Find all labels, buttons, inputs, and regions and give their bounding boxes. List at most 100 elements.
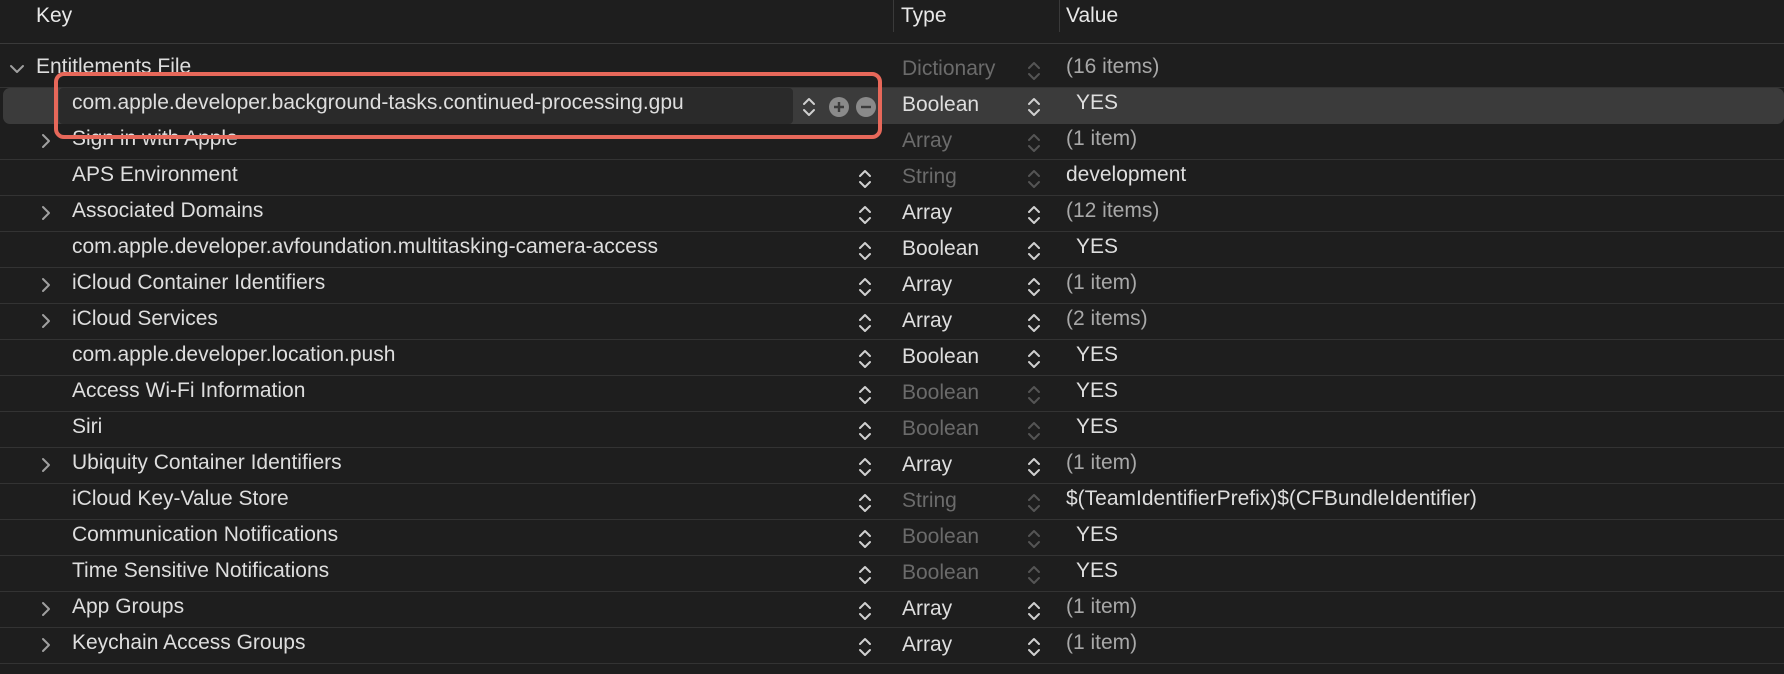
up-down-stepper-icon[interactable]	[858, 600, 872, 622]
up-down-stepper-icon	[1027, 384, 1041, 406]
table-row[interactable]: com.apple.developer.background-tasks.con…	[3, 88, 1784, 124]
table-row[interactable]: App Groups Array (1 item)	[0, 592, 1784, 628]
row-key[interactable]: iCloud Container Identifiers	[72, 271, 325, 295]
table-row[interactable]: Communication Notifications Boolean YES	[0, 520, 1784, 556]
row-key[interactable]: Ubiquity Container Identifiers	[72, 451, 342, 475]
up-down-stepper-icon	[1027, 60, 1041, 82]
up-down-stepper-icon[interactable]	[858, 348, 872, 370]
row-key[interactable]: Time Sensitive Notifications	[72, 559, 329, 583]
row-value[interactable]: YES	[1076, 523, 1118, 547]
up-down-stepper-icon[interactable]	[858, 276, 872, 298]
row-key[interactable]: APS Environment	[72, 163, 238, 187]
row-value[interactable]: development	[1066, 163, 1186, 187]
up-down-stepper-icon[interactable]	[858, 492, 872, 514]
table-row[interactable]: Access Wi-Fi Information Boolean YES	[0, 376, 1784, 412]
row-key[interactable]: Associated Domains	[72, 199, 263, 223]
up-down-stepper-icon[interactable]	[858, 240, 872, 262]
row-value: (2 items)	[1066, 307, 1148, 330]
type-column-header[interactable]: Type	[901, 4, 947, 28]
root-key: Entitlements File	[36, 55, 192, 78]
row-type[interactable]: Array	[902, 309, 952, 333]
up-down-stepper-icon	[1027, 420, 1041, 442]
row-key[interactable]: iCloud Key-Value Store	[72, 487, 289, 511]
row-value: (1 item)	[1066, 127, 1138, 150]
row-value: (12 items)	[1066, 199, 1160, 222]
row-type[interactable]: Array	[902, 201, 952, 225]
chevron-right-icon[interactable]	[37, 599, 55, 619]
row-key[interactable]: Keychain Access Groups	[72, 631, 305, 655]
up-down-stepper-icon[interactable]	[858, 420, 872, 442]
up-down-stepper-icon[interactable]	[802, 96, 816, 118]
up-down-stepper-icon[interactable]	[1027, 348, 1041, 370]
table-row[interactable]: Ubiquity Container Identifiers Array (1 …	[0, 448, 1784, 484]
chevron-right-icon[interactable]	[37, 635, 55, 655]
row-value[interactable]: YES	[1076, 235, 1118, 259]
row-key[interactable]: Access Wi-Fi Information	[72, 379, 305, 403]
chevron-right-icon[interactable]	[37, 455, 55, 475]
chevron-right-icon[interactable]	[37, 131, 55, 151]
value-column-header[interactable]: Value	[1066, 4, 1118, 28]
table-row[interactable]: Siri Boolean YES	[0, 412, 1784, 448]
up-down-stepper-icon[interactable]	[858, 636, 872, 658]
row-type: String	[902, 489, 957, 512]
chevron-right-icon[interactable]	[37, 311, 55, 331]
minus-circle-icon[interactable]	[856, 97, 876, 117]
row-value[interactable]: YES	[1076, 91, 1118, 115]
table-row[interactable]: Sign in with Apple Array (1 item)	[0, 124, 1784, 160]
up-down-stepper-icon[interactable]	[858, 384, 872, 406]
up-down-stepper-icon[interactable]	[858, 168, 872, 190]
row-type[interactable]: Boolean	[902, 93, 979, 117]
up-down-stepper-icon[interactable]	[1027, 456, 1041, 478]
chevron-right-icon[interactable]	[37, 203, 55, 223]
row-key[interactable]: iCloud Services	[72, 307, 218, 331]
row-type[interactable]: Array	[902, 633, 952, 657]
table-row[interactable]: Associated Domains Array (12 items)	[0, 196, 1784, 232]
row-type: Boolean	[902, 417, 980, 440]
table-row[interactable]: com.apple.developer.location.push Boolea…	[0, 340, 1784, 376]
row-type[interactable]: Array	[902, 453, 952, 477]
row-key[interactable]: Communication Notifications	[72, 523, 338, 547]
up-down-stepper-icon[interactable]	[858, 204, 872, 226]
row-value[interactable]: YES	[1076, 379, 1118, 403]
table-row[interactable]: Time Sensitive Notifications Boolean YES	[0, 556, 1784, 592]
table-row[interactable]: APS Environment String development	[0, 160, 1784, 196]
column-divider[interactable]	[893, 0, 894, 32]
up-down-stepper-icon[interactable]	[858, 528, 872, 550]
up-down-stepper-icon[interactable]	[858, 312, 872, 334]
plist-editor: Key Type Value Entitlements File Diction…	[0, 0, 1784, 674]
up-down-stepper-icon[interactable]	[1027, 204, 1041, 226]
table-row[interactable]: iCloud Container Identifiers Array (1 it…	[0, 268, 1784, 304]
row-type[interactable]: Array	[902, 273, 952, 297]
row-type[interactable]: Boolean	[902, 345, 979, 369]
up-down-stepper-icon[interactable]	[858, 564, 872, 586]
up-down-stepper-icon[interactable]	[1027, 276, 1041, 298]
column-divider[interactable]	[1059, 0, 1060, 32]
row-key[interactable]: Siri	[72, 415, 102, 439]
up-down-stepper-icon[interactable]	[1027, 312, 1041, 334]
root-value: (16 items)	[1066, 55, 1160, 78]
row-value[interactable]: YES	[1076, 415, 1118, 439]
row-value[interactable]: YES	[1076, 343, 1118, 367]
root-row[interactable]: Entitlements File Dictionary (16 items)	[0, 52, 1784, 88]
up-down-stepper-icon[interactable]	[1027, 636, 1041, 658]
row-key[interactable]: App Groups	[72, 595, 184, 619]
plus-circle-icon[interactable]	[829, 97, 849, 117]
row-key[interactable]: com.apple.developer.location.push	[72, 343, 395, 367]
table-row[interactable]: com.apple.developer.avfoundation.multita…	[0, 232, 1784, 268]
row-value[interactable]: $(TeamIdentifierPrefix)$(CFBundleIdentif…	[1066, 487, 1477, 511]
row-value[interactable]: YES	[1076, 559, 1118, 583]
up-down-stepper-icon[interactable]	[1027, 240, 1041, 262]
chevron-right-icon[interactable]	[37, 275, 55, 295]
row-type[interactable]: Array	[902, 597, 952, 621]
up-down-stepper-icon[interactable]	[858, 456, 872, 478]
chevron-down-icon[interactable]	[8, 59, 26, 79]
table-row[interactable]: Keychain Access Groups Array (1 item)	[0, 628, 1784, 664]
row-key[interactable]: com.apple.developer.avfoundation.multita…	[72, 235, 658, 259]
table-row[interactable]: iCloud Key-Value Store String $(TeamIden…	[0, 484, 1784, 520]
key-column-header[interactable]: Key	[36, 4, 72, 28]
table-row[interactable]: iCloud Services Array (2 items)	[0, 304, 1784, 340]
row-key[interactable]: com.apple.developer.background-tasks.con…	[72, 91, 684, 115]
up-down-stepper-icon[interactable]	[1027, 600, 1041, 622]
up-down-stepper-icon[interactable]	[1027, 96, 1041, 118]
row-type[interactable]: Boolean	[902, 237, 979, 261]
